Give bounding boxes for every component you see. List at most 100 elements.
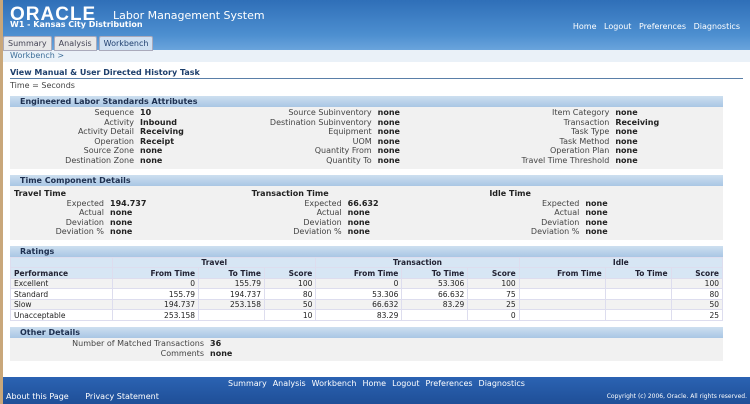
attribute-column: Item Category none Transaction Receiving Tas… — [485, 108, 723, 166]
field-row: Deviation none — [10, 218, 248, 228]
attribute-column: Sequence 10 Activity Inbound Activity Detail… — [10, 108, 248, 166]
col-header: From Time — [112, 267, 200, 279]
field-value: none — [615, 108, 638, 117]
section-header: Other Details — [10, 326, 723, 338]
tab-analysis[interactable]: Analysis — [53, 36, 97, 51]
time-component-section: Time Component Details Travel Time Expect… — [10, 174, 723, 240]
field-label: Operation — [94, 136, 134, 146]
copyright: Copyright (c) 2006, Oracle. All rights r… — [606, 393, 747, 400]
time-group: Idle Time Expected none Actual none Deviation… — [485, 187, 723, 237]
breadcrumb[interactable]: Workbench > — [3, 50, 750, 62]
tab-workbench[interactable]: Workbench — [98, 36, 154, 51]
time-group-title: Travel Time — [14, 188, 67, 198]
group-idle: Idle — [518, 256, 724, 269]
footer-link-workbench[interactable]: Workbench — [312, 379, 357, 388]
table-cell — [604, 298, 672, 311]
field-row: Activity Detail Receiving — [10, 127, 248, 137]
footer-link-analysis[interactable]: Analysis — [273, 379, 306, 388]
field-row: Activity Inbound — [10, 118, 248, 128]
field-row: Deviation % none — [10, 227, 248, 237]
field-row: Task Method none — [485, 137, 723, 147]
footer-link-preferences[interactable]: Preferences — [425, 379, 472, 388]
table-cell: 83.29 — [315, 309, 403, 321]
table-cell — [604, 288, 672, 300]
global-link-preferences[interactable]: Preferences — [639, 22, 686, 31]
table-row: Unacceptable 253.158 10 83.29 0 25 — [9, 309, 724, 321]
table-cell: 75 — [467, 288, 520, 300]
attribute-column: Source Subinventory none Destination Subin… — [248, 108, 486, 166]
table-row: Standard 155.79 194.737 80 53.306 66.632 75 80 — [9, 288, 724, 300]
field-label: Deviation — [303, 217, 342, 227]
field-row: Number of Matched Transactions 36 — [10, 339, 723, 349]
field-label: Deviation % — [293, 227, 342, 237]
about-page-link[interactable]: About this Page — [6, 392, 69, 401]
col-header: From Time — [315, 267, 403, 279]
privacy-link[interactable]: Privacy Statement — [85, 392, 159, 401]
global-link-diagnostics[interactable]: Diagnostics — [694, 22, 740, 31]
field-row: Destination Subinventory none — [248, 118, 486, 128]
table-cell: 155.79 — [112, 288, 200, 300]
field-label: Source Subinventory — [288, 108, 372, 117]
field-row: Travel Time Threshold none — [485, 156, 723, 166]
field-row: Deviation none — [485, 218, 723, 228]
field-value: Receiving — [615, 117, 660, 127]
field-row: Transaction Receiving — [485, 118, 723, 128]
field-row: Comments none — [10, 349, 723, 359]
field-row: Operation Plan none — [485, 146, 723, 156]
field-row: UOM none — [248, 137, 486, 147]
table-cell: 155.79 — [198, 277, 265, 290]
field-row: Expected 194.737 — [10, 199, 248, 209]
field-label: Equipment — [328, 127, 372, 137]
field-value: none — [110, 227, 133, 237]
footer-link-summary[interactable]: Summary — [228, 379, 267, 388]
table-cell: 80 — [263, 288, 317, 300]
table-cell — [401, 309, 469, 321]
field-row: Task Type none — [485, 127, 723, 137]
field-row: Destination Zone none — [10, 156, 248, 166]
field-label: Expected — [66, 198, 104, 208]
time-group: Travel Time Expected 194.737 Actual none Devi… — [10, 187, 248, 237]
tab-bar: Summary Analysis Workbench — [3, 36, 154, 51]
field-value: Receipt — [140, 136, 175, 146]
tab-summary[interactable]: Summary — [3, 36, 52, 51]
field-label: Expected — [304, 198, 342, 208]
global-link-home[interactable]: Home — [573, 22, 597, 31]
field-row: Operation Receipt — [10, 137, 248, 147]
table-cell: 100 — [467, 277, 520, 290]
table-cell — [604, 277, 672, 290]
field-label: Deviation — [541, 217, 580, 227]
table-cell: 194.737 — [198, 288, 265, 300]
field-label: Actual — [316, 208, 342, 218]
section-header: Engineered Labor Standards Attributes — [10, 96, 723, 107]
field-label: Operation Plan — [549, 146, 610, 156]
field-label: Source Zone — [83, 146, 134, 156]
field-label: Comments — [160, 348, 204, 358]
field-row: Actual none — [248, 208, 486, 218]
table-cell: 66.632 — [315, 298, 403, 311]
global-link-logout[interactable]: Logout — [604, 22, 631, 31]
field-row: Sequence 10 — [10, 108, 248, 118]
table-cell: 253.158 — [112, 309, 200, 321]
footer: Summary Analysis Workbench Home Logout Prefer… — [3, 377, 750, 404]
field-row: Deviation % none — [248, 227, 486, 237]
field-value: none — [140, 146, 163, 156]
section-header: Ratings — [10, 245, 723, 257]
field-label: Actual — [78, 208, 104, 218]
field-label: Expected — [542, 198, 580, 208]
global-links: Home Logout Preferences Diagnostics — [568, 22, 740, 31]
time-group-title: Transaction Time — [251, 188, 329, 198]
field-value: none — [140, 155, 163, 165]
time-group-title: Idle Time — [489, 188, 531, 198]
field-value: none — [377, 146, 400, 156]
field-label: Transaction — [563, 117, 610, 127]
field-row: Deviation none — [248, 218, 486, 228]
table-cell: 80 — [670, 288, 724, 300]
footer-link-home[interactable]: Home — [362, 379, 386, 388]
field-value: none — [110, 217, 133, 227]
field-value: none — [615, 136, 638, 146]
ratings-section: Ratings Travel Transaction Idle Performa… — [9, 245, 724, 321]
page-title: View Manual & User Directed History Task — [10, 68, 743, 79]
field-label: Number of Matched Transactions — [72, 338, 204, 348]
footer-link-diagnostics[interactable]: Diagnostics — [479, 379, 525, 388]
footer-link-logout[interactable]: Logout — [392, 379, 419, 388]
